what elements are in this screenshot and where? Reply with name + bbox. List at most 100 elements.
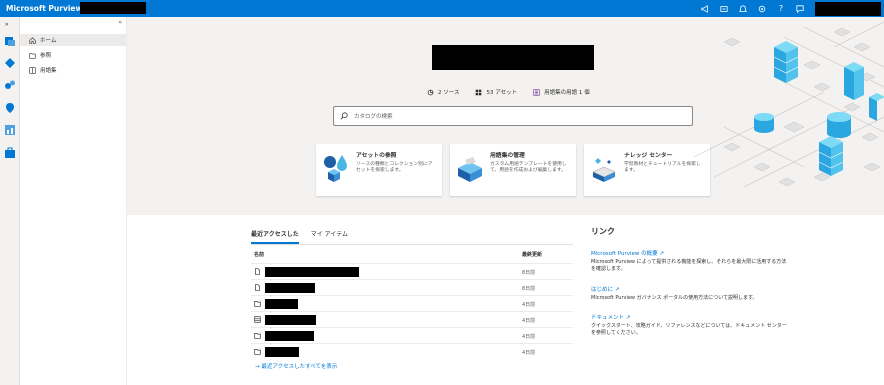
redacted-asset-name (265, 299, 298, 309)
card-description: カスタム用語テンプレートを使用して、用語を作成および編集します。 (490, 162, 567, 174)
hero-section: 2 ソース 53 アセット 用語集の用語 1 個 カタログの検索 アセットの参照… (127, 17, 884, 215)
link-documentation: ドキュメント ↗ クイックスタート、攻略ガイド、リファレンスなどについては、ドキ… (591, 313, 791, 338)
stat-glossary-terms[interactable]: 用語集の用語 1 個 (533, 88, 590, 96)
folder-icon (254, 349, 261, 355)
nav-item-browse[interactable]: 参照 (20, 49, 126, 61)
redacted-asset-name (265, 347, 299, 357)
row-last-modified: 4日前 (522, 318, 536, 324)
redacted-account[interactable] (815, 2, 881, 16)
table-row[interactable]: 4日前 (251, 343, 573, 358)
table-row[interactable]: 4日前 (251, 327, 573, 342)
source-icon (427, 89, 434, 95)
knowledge-illustration-icon (592, 158, 616, 182)
data-estate-icon[interactable] (4, 79, 16, 91)
nav-item-label: ホーム (40, 38, 57, 44)
stat-label: 用語集の用語 1 個 (544, 90, 590, 96)
card-description: ソースの種類とコレクション別にアセットを探索します。 (356, 162, 433, 174)
tab-my-items[interactable]: マイ アイテム (311, 229, 348, 244)
top-bar: Microsoft Purview ▶ ? (0, 0, 884, 17)
help-icon[interactable]: ? (777, 4, 785, 13)
arrow-right-icon: → (255, 364, 260, 370)
column-header-name[interactable]: 名前 (254, 251, 264, 258)
assets-illustration-icon (324, 155, 347, 182)
announcement-icon[interactable] (701, 4, 709, 13)
expand-rail-icon[interactable]: » (5, 21, 9, 28)
redacted-asset-name (265, 283, 315, 293)
table-icon (254, 316, 261, 323)
home-icon (29, 36, 36, 44)
link-getting-started: はじめに ↗ Microsoft Purview ガバナンス ポータルの使用方法… (591, 285, 791, 302)
redacted-tenant-name (80, 2, 146, 14)
redacted-account-title (432, 45, 594, 70)
table-row[interactable]: 4日前 (251, 295, 573, 310)
link-label: ドキュメント (591, 314, 625, 321)
column-header-last-modified[interactable]: 最終更新 (522, 251, 542, 258)
link-label: Microsoft Purview の概要 (591, 251, 658, 257)
stat-assets[interactable]: 53 アセット (475, 88, 517, 96)
app-rail: » (0, 17, 20, 385)
redacted-asset-name (265, 267, 359, 277)
collapse-nav-icon[interactable]: « (118, 19, 122, 26)
nav-item-glossary[interactable]: 用語集 (20, 64, 126, 76)
row-last-modified: 4日前 (522, 302, 536, 308)
links-panel: リンク Microsoft Purview の概要 ↗ Microsoft Pu… (591, 226, 791, 337)
main-content: 2 ソース 53 アセット 用語集の用語 1 個 カタログの検索 アセットの参照… (127, 17, 884, 385)
search-placeholder: カタログの検索 (354, 114, 393, 120)
folder-icon (29, 52, 36, 59)
link-title[interactable]: はじめに ↗ (591, 285, 791, 293)
catalog-search-input[interactable]: カタログの検索 (333, 106, 693, 126)
link-title[interactable]: ドキュメント ↗ (591, 313, 791, 321)
stat-label: 53 アセット (486, 90, 518, 96)
row-last-modified: 4日前 (522, 334, 536, 340)
redacted-asset-name (265, 331, 314, 341)
folder-icon (254, 333, 261, 339)
book-icon (29, 66, 36, 74)
file-icon (255, 284, 260, 291)
notifications-bell-icon[interactable] (739, 4, 747, 13)
table-row[interactable]: 8日前 (251, 279, 573, 294)
redacted-asset-name (265, 315, 316, 325)
row-last-modified: 8日前 (522, 286, 536, 292)
links-title: リンク (591, 227, 615, 236)
settings-gear-icon[interactable] (758, 5, 766, 13)
card-title: アセットの参照 (356, 153, 397, 159)
tab-recently-accessed[interactable]: 最近アクセスした (251, 229, 299, 244)
row-last-modified: 8日前 (522, 270, 536, 276)
view-all-recent-link[interactable]: → 最近アクセスしたすべてを表示 (255, 362, 337, 370)
card-title: 用語集の管理 (490, 153, 525, 159)
nav-item-label: 用語集 (40, 68, 57, 74)
data-map-icon[interactable] (4, 57, 16, 69)
external-link-icon: ↗ (614, 286, 620, 293)
quick-action-cards: アセットの参照 ソースの種類とコレクション別にアセットを探索します。 用語集の管… (316, 144, 710, 196)
app-brand[interactable]: Microsoft Purview (6, 4, 82, 13)
external-link-icon: ↗ (625, 314, 631, 321)
switch-directory-icon[interactable] (720, 5, 728, 13)
feedback-icon[interactable] (796, 4, 804, 13)
side-navigation: « ホーム 参照 用語集 (20, 17, 127, 385)
card-browse-assets[interactable]: アセットの参照 ソースの種類とコレクション別にアセットを探索します。 (316, 144, 442, 196)
link-label: はじめに (591, 286, 614, 293)
nav-item-label: 参照 (40, 53, 52, 59)
search-icon (340, 112, 348, 120)
card-manage-glossary[interactable]: 用語集の管理 カスタム用語テンプレートを使用して、用語を作成および編集します。 (450, 144, 576, 196)
data-insights-icon[interactable] (4, 124, 16, 136)
external-link-icon: ↗ (659, 251, 665, 257)
recent-tabs: 最近アクセスした マイ アイテム (251, 229, 348, 244)
stat-sources[interactable]: 2 ソース (427, 88, 459, 96)
top-actions: ? (701, 0, 804, 17)
view-all-label: 最近アクセスしたすべてを表示 (261, 364, 338, 370)
table-row[interactable]: 4日前 (251, 311, 573, 326)
glossary-icon (533, 88, 540, 96)
recent-table-header: 名前 最終更新 (251, 251, 573, 261)
management-icon[interactable] (4, 147, 16, 159)
data-catalog-icon[interactable] (4, 35, 16, 47)
link-title[interactable]: Microsoft Purview の概要 ↗ (591, 249, 791, 257)
catalog-stats: 2 ソース 53 アセット 用語集の用語 1 個 (427, 88, 590, 96)
data-policy-icon[interactable] (4, 102, 16, 114)
tabs-divider (251, 244, 573, 245)
hero-illustration (693, 21, 884, 188)
nav-item-home[interactable]: ホーム (20, 34, 126, 46)
glossary-illustration-icon (458, 157, 482, 182)
table-row[interactable]: 8日前 (251, 263, 573, 278)
link-description: Microsoft Purview ガバナンス ポータルの使用方法について説明し… (591, 294, 758, 301)
